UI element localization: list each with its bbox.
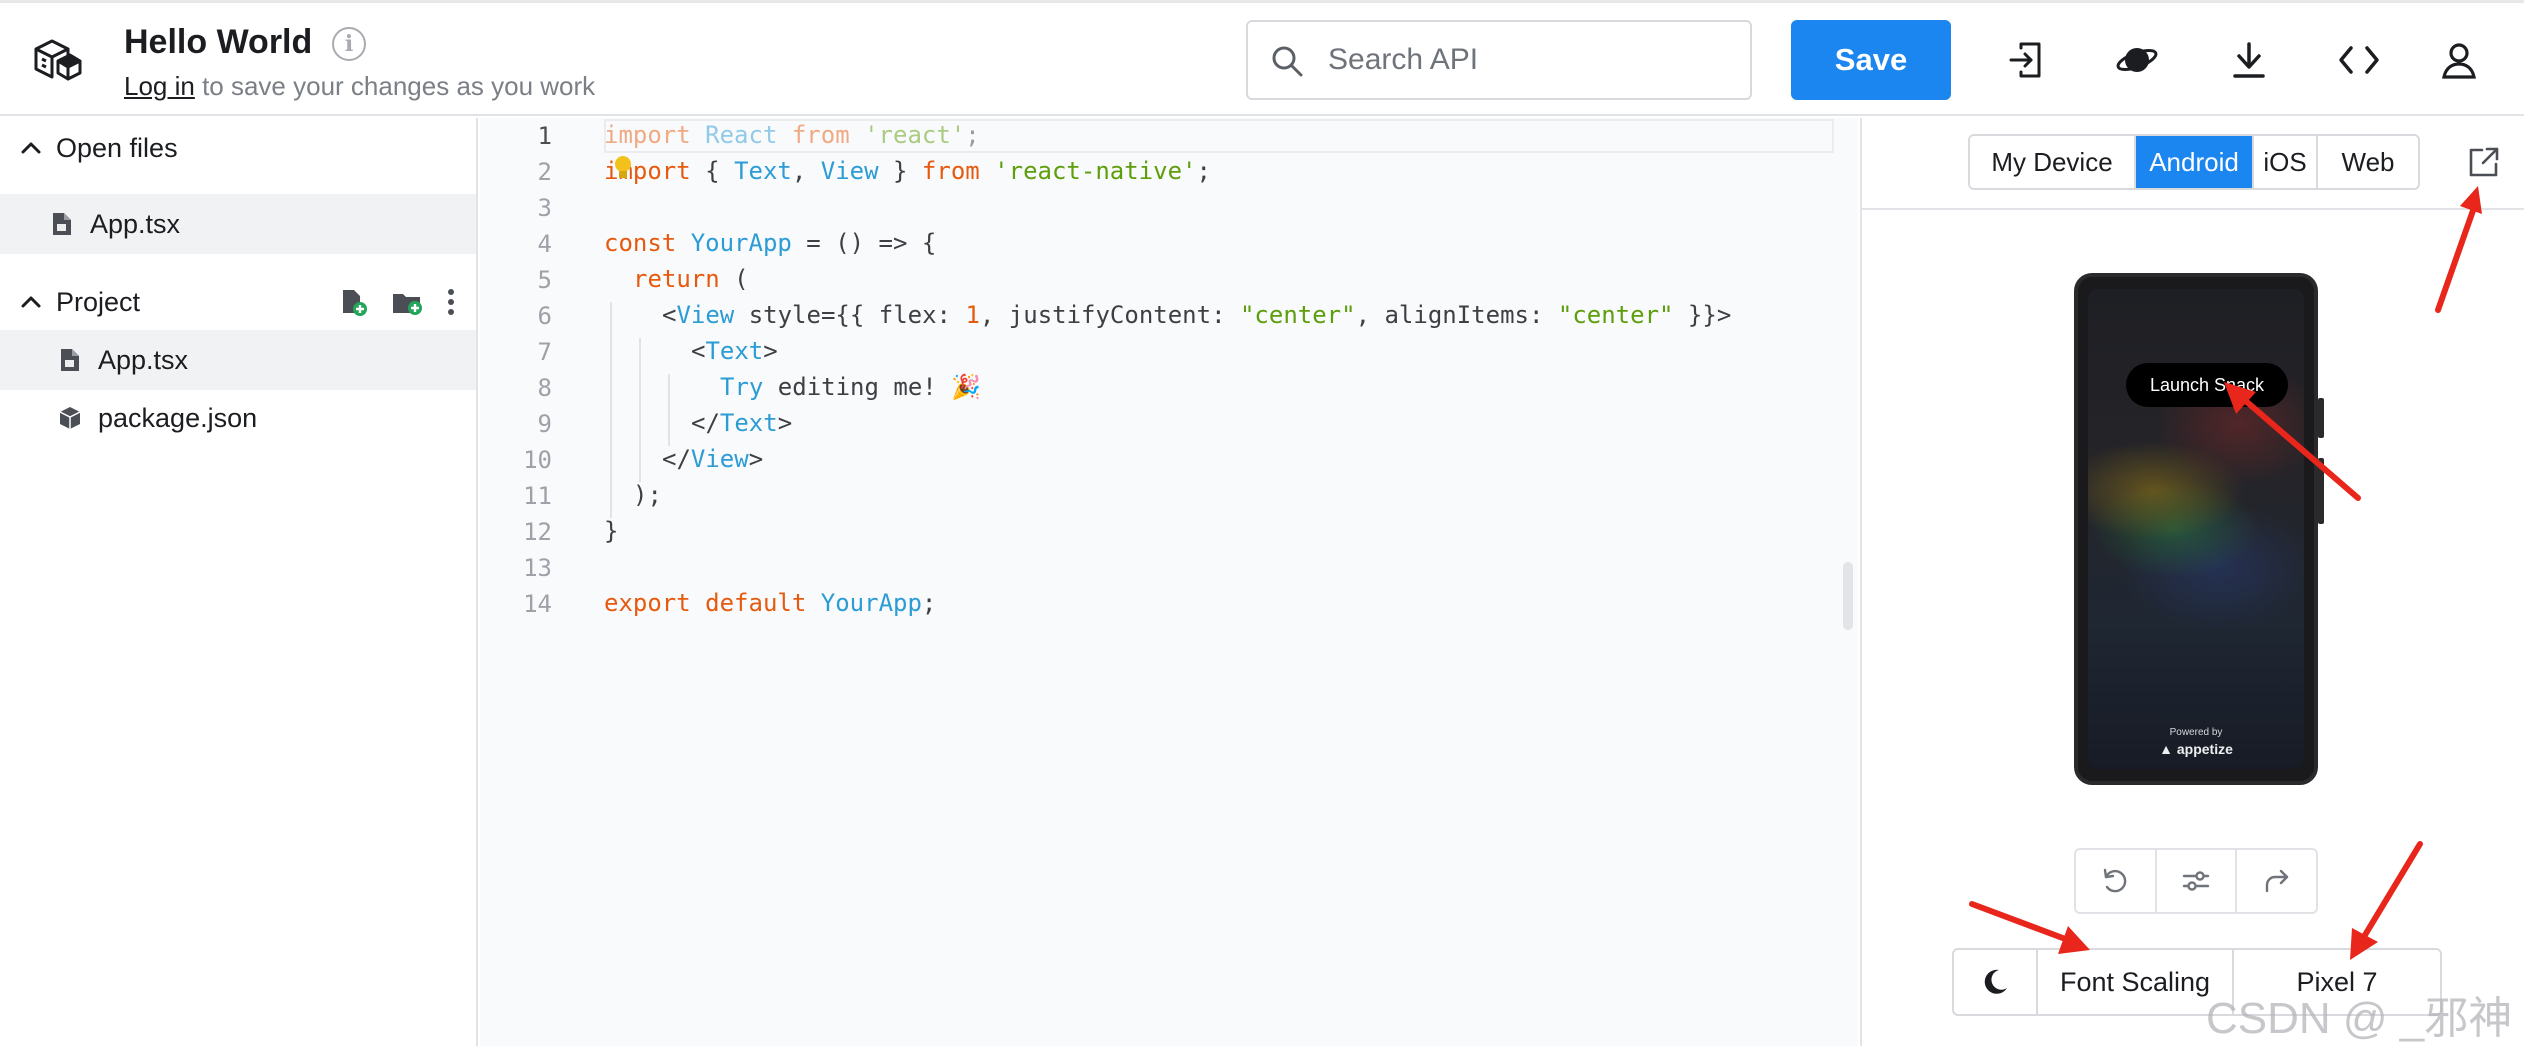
device-screen[interactable]: Launch Snack Powered by ▲ appetize [2088,289,2304,769]
file-icon [61,349,79,371]
code-line-12: } [604,517,619,545]
save-button[interactable]: Save [1791,20,1951,100]
chevron-up-icon [21,296,41,308]
appetize-logo: ▲ appetize [2159,741,2233,757]
line-number: 13 [523,554,552,582]
tab-ios[interactable]: iOS [2254,136,2318,188]
line-number: 2 [537,158,552,186]
code-icon[interactable] [2332,33,2386,87]
open-external-icon[interactable] [2466,144,2502,180]
powered-by-label: Powered by [2169,727,2223,738]
package-icon [59,407,81,429]
device-tabs: My Device Android iOS Web [1968,134,2420,190]
sliders-icon [2182,871,2210,891]
user-icon[interactable] [2432,33,2486,87]
code-line-10: </View> [662,445,764,473]
line-number: 9 [537,410,552,438]
rotate-left-icon [2104,868,2127,893]
editor-scrollbar[interactable] [1843,562,1853,630]
app-header: Hello World i Log in to save your change… [0,3,2524,116]
code-line-14: export default YourApp; [604,589,937,617]
download-icon[interactable] [2222,33,2276,87]
preview-toolbar: My Device Android iOS Web [1862,118,2524,210]
logo-icon[interactable] [28,31,84,87]
project-label: Project [56,286,141,317]
line-gutter: 1 2 3 4 5 6 7 8 9 10 11 12 13 14 [480,118,600,1046]
line-number: 1 [537,122,552,150]
search-api-box[interactable] [1246,20,1752,100]
watermark: CSDN @ _邪神 [2206,994,2513,1043]
file-icon [53,213,71,235]
open-files-header[interactable]: Open files [0,118,476,178]
settings-control[interactable] [2157,850,2238,912]
device-controls [2074,848,2318,914]
signin-icon[interactable] [2000,33,2054,87]
code-line-11: ); [633,481,662,509]
code-line-6: <View style={{ flex: 1, justifyContent: … [662,301,1732,329]
tab-android[interactable]: Android [2136,136,2254,188]
indent-guide [639,338,641,482]
phone-side-button [2318,458,2324,524]
open-file-app-tsx[interactable]: App.tsx [0,194,476,254]
line-number: 6 [537,302,552,330]
font-scaling-button[interactable]: Font Scaling [2038,950,2234,1014]
line-number: 5 [537,266,552,294]
planet-icon[interactable] [2110,33,2164,87]
indent-guide [668,374,670,446]
code-editor[interactable]: 1 2 3 4 5 6 7 8 9 10 11 12 13 14 import … [480,118,1858,1046]
device-preview-panel: My Device Android iOS Web Launch Snack P… [1860,118,2524,1046]
moon-icon [1984,969,2007,994]
line-number: 12 [523,518,552,546]
info-icon[interactable]: i [332,27,366,61]
file-name: App.tsx [90,208,181,239]
file-name: App.tsx [98,344,189,375]
new-folder-icon[interactable] [390,287,424,317]
code-line-4: const YourApp = () => { [604,229,937,257]
chevron-up-icon [21,142,41,154]
line-number: 7 [537,338,552,366]
project-file-package-json[interactable]: package.json [0,388,476,448]
login-link[interactable]: Log in [124,71,195,101]
open-files-label: Open files [56,132,178,163]
line-number: 3 [537,194,552,222]
code-line-2: import { Text, View } from 'react-native… [604,157,1211,185]
launch-snack-button[interactable]: Launch Snack [2126,363,2288,407]
file-name: package.json [98,402,258,433]
android-device-frame: Launch Snack Powered by ▲ appetize [2074,273,2318,785]
lightbulb-icon[interactable] [612,154,634,182]
indent-guide [610,302,612,518]
tab-my-device[interactable]: My Device [1970,136,2136,188]
code-line-1: import React from 'react'; [604,121,980,149]
login-suffix: to save your changes as you work [194,71,596,101]
line-number: 11 [523,482,552,510]
file-sidebar: Open files App.tsx Project App.tsx packa… [0,118,478,1046]
line-number: 10 [523,446,552,474]
tab-web[interactable]: Web [2318,136,2418,188]
project-file-app-tsx[interactable]: App.tsx [0,330,476,390]
more-options-icon[interactable] [446,287,456,317]
code-line-9: </Text> [691,409,793,437]
project-header[interactable]: Project [0,272,476,332]
project-actions [338,272,456,332]
line-number: 14 [523,590,552,618]
search-input[interactable] [1328,36,1728,84]
line-number: 4 [537,230,552,258]
project-title[interactable]: Hello World [124,23,312,62]
dark-mode-toggle[interactable] [1954,950,2038,1014]
redo-icon [2265,869,2288,893]
phone-side-button [2318,398,2324,438]
rotate-left-control[interactable] [2076,850,2157,912]
search-icon [1272,46,1303,77]
code-line-7: <Text> [691,337,778,365]
appetize-label: appetize [2176,741,2233,757]
new-file-icon[interactable] [338,287,368,317]
code-line-5: return ( [633,265,749,293]
forward-control[interactable] [2237,850,2316,912]
code-line-8: Try editing me! 🎉 [720,373,982,401]
login-prompt: Log in to save your changes as you work [124,71,595,102]
line-number: 8 [537,374,552,402]
